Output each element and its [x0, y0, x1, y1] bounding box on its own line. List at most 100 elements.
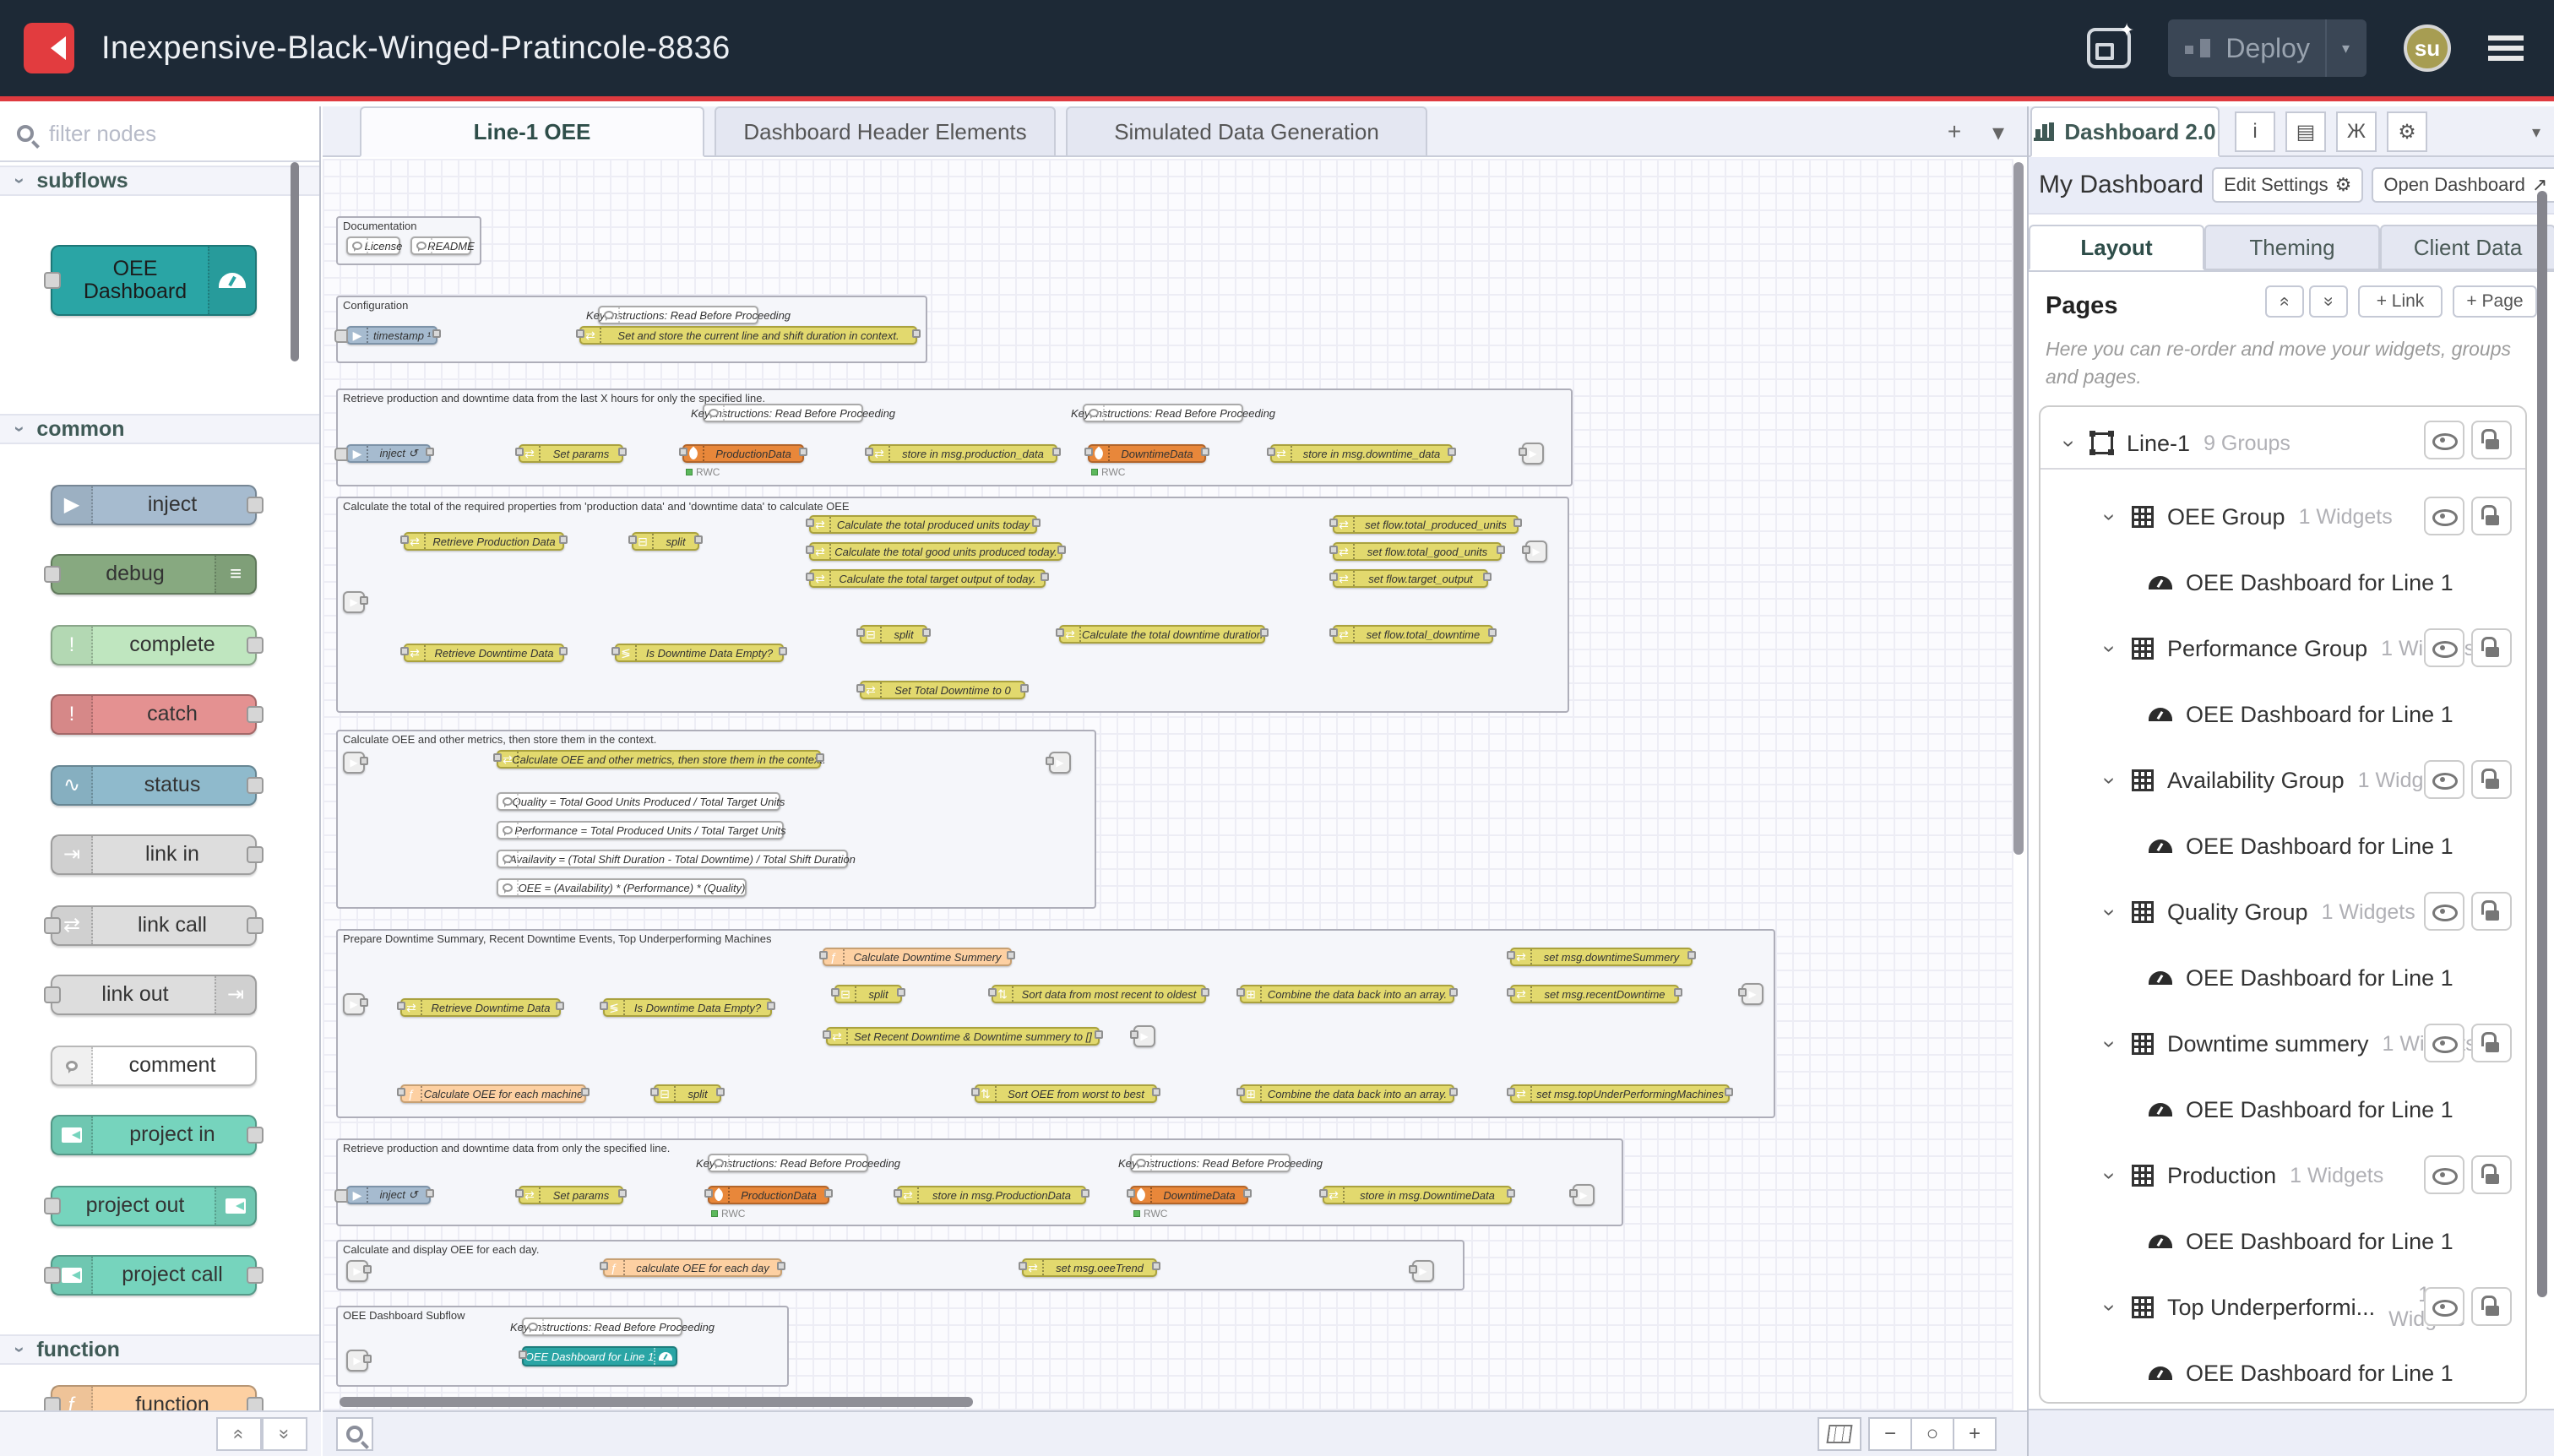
flow-node-linkout[interactable]: ▶ — [1412, 1260, 1434, 1282]
flow-node-change[interactable]: Set Total Downtime to 0⇄ — [860, 681, 1025, 699]
flow-node-change[interactable]: store in msg.DowntimeData⇄ — [1323, 1186, 1512, 1204]
flow-node-switch[interactable]: Is Downtime Data Empty?≶ — [615, 644, 784, 662]
inject-button[interactable] — [334, 329, 348, 343]
chevron-down-icon[interactable]: › — [2097, 1299, 2123, 1316]
flow-node-comment[interactable]: Key Instructions: Read Before Proceeding — [522, 1317, 682, 1336]
flow-node-linkout[interactable]: ▶ — [1049, 752, 1071, 774]
flow-node-change[interactable]: Retrieve Downtime Data⇄ — [404, 644, 564, 662]
canvas-vertical-scrollbar[interactable] — [2013, 162, 2024, 855]
flow-node-change[interactable]: Retrieve Downtime Data⇄ — [400, 998, 561, 1017]
flow-node-linkout[interactable]: ▶ — [1573, 1184, 1595, 1206]
inject-button[interactable] — [334, 1189, 348, 1203]
flow-node-switch[interactable]: Is Downtime Data Empty?≶ — [603, 998, 772, 1017]
tab-client-data[interactable]: Client Data — [2380, 225, 2554, 270]
collapse-all-button[interactable]: « — [2265, 285, 2304, 318]
flow-node-linkin[interactable]: ▶ — [343, 993, 365, 1015]
flow-node-comment[interactable]: Quality = Total Good Units Produced / To… — [497, 792, 780, 811]
flow-node-sort[interactable]: Sort data from most recent to oldest⇅ — [992, 985, 1206, 1003]
chevron-down-icon[interactable]: › — [2097, 1035, 2123, 1052]
chevron-down-icon[interactable]: › — [2097, 508, 2123, 525]
flow-tab-2[interactable]: Dashboard Header Elements — [715, 106, 1056, 157]
flow-node-forange[interactable]: ProductionData — [682, 444, 804, 463]
tree-row-widget[interactable]: OEE Dashboard for Line 1 — [2040, 956, 2525, 1000]
flow-node-split[interactable]: split⊟ — [654, 1084, 721, 1103]
lock-toggle-button[interactable] — [2471, 1024, 2512, 1062]
flow-group[interactable]: Calculate and display OEE for each day. — [336, 1240, 1464, 1290]
flow-node-change[interactable]: set flow.total_produced_units⇄ — [1333, 515, 1519, 534]
tree-row-group[interactable]: ›Quality Group1 Widgets — [2040, 890, 2525, 934]
flow-node-change[interactable]: set flow.total_good_units⇄ — [1333, 542, 1502, 561]
flow-node-change[interactable]: store in msg.production_data⇄ — [868, 444, 1057, 463]
flow-node-change[interactable]: set msg.topUnderPerformingMachines⇄ — [1510, 1084, 1730, 1103]
flow-canvas[interactable]: DocumentationConfigurationRetrieve produ… — [323, 159, 2013, 1410]
flow-node-split[interactable]: split⊟ — [860, 625, 927, 644]
lock-toggle-button[interactable] — [2471, 892, 2512, 931]
flow-node-linkout[interactable]: ▶ — [1133, 1025, 1155, 1047]
flow-node-split[interactable]: split⊟ — [632, 532, 699, 551]
canvas-horizontal-scrollbar[interactable] — [340, 1397, 973, 1407]
chevron-down-icon[interactable]: › — [2097, 1167, 2123, 1184]
zoom-out-button[interactable]: − — [1868, 1417, 1912, 1451]
flow-node-comment[interactable]: README — [410, 236, 471, 255]
flow-node-linkin[interactable]: ▶ — [346, 1350, 368, 1372]
flow-group[interactable]: Retrieve production and downtime data fr… — [336, 1138, 1623, 1226]
palette-node-complete[interactable]: complete! — [51, 625, 257, 666]
minimap-button[interactable] — [1818, 1417, 1861, 1451]
tree-row-group[interactable]: ›Performance Group1 Widgets — [2040, 627, 2525, 671]
chevron-down-icon[interactable]: › — [2097, 904, 2123, 921]
flow-node-change[interactable]: set msg.oeeTrend⇄ — [1022, 1258, 1157, 1277]
visibility-toggle-button[interactable] — [2424, 421, 2464, 459]
chevron-down-icon[interactable]: › — [2097, 772, 2123, 789]
flow-node-comment[interactable]: Performance = Total Produced Units / Tot… — [497, 821, 784, 839]
flow-node-join[interactable]: Combine the data back into an array.⊞ — [1240, 985, 1454, 1003]
palette-node-link-call[interactable]: link call⇄ — [51, 905, 257, 946]
flow-node-change[interactable]: Set params⇄ — [519, 1186, 623, 1204]
add-flow-button[interactable]: + — [1936, 115, 1973, 149]
flow-node-linkin[interactable]: ▶ — [346, 1260, 368, 1282]
flow-list-button[interactable]: ▾ — [1980, 115, 2017, 149]
tab-dashboard-2[interactable]: Dashboard 2.0 — [2030, 106, 2220, 157]
flow-node-change[interactable]: Calculate the total produced units today… — [809, 515, 1037, 534]
chevron-down-icon[interactable]: › — [2097, 640, 2123, 657]
edit-settings-button[interactable]: Edit Settings⚙ — [2212, 167, 2363, 203]
flow-node-inject[interactable]: timestamp ¹▶ — [346, 326, 437, 345]
palette-node-link-in[interactable]: link in⇥ — [51, 834, 257, 875]
flow-node-comment[interactable]: Availavity = (Total Shift Duration - Tot… — [497, 850, 848, 868]
deploy-options-caret[interactable]: ▾ — [2325, 19, 2350, 77]
flow-node-sort[interactable]: Sort OEE from worst to best⇅ — [975, 1084, 1157, 1103]
flow-node-linkout[interactable]: ▶ — [1742, 983, 1763, 1005]
avatar[interactable]: su — [2404, 24, 2451, 72]
info-tab-button[interactable]: i — [2235, 111, 2275, 152]
palette-node-project-call[interactable]: project call — [51, 1255, 257, 1296]
palette-node-status[interactable]: status∿ — [51, 765, 257, 806]
flow-tab-3[interactable]: Simulated Data Generation — [1066, 106, 1427, 157]
flow-node-inject[interactable]: inject ↺▶ — [346, 444, 431, 463]
flow-node-change[interactable]: Retrieve Production Data⇄ — [404, 532, 564, 551]
expand-all-button[interactable]: » — [2309, 285, 2348, 318]
flow-node-comment[interactable]: Key Instructions: Read Before Proceeding — [703, 404, 863, 422]
tree-row-page[interactable]: ›Line-19 Groups — [2040, 419, 2525, 470]
palette-category-subflows[interactable]: ›subflows — [0, 166, 319, 196]
add-page-button[interactable]: + Page — [2453, 285, 2537, 318]
sidebar-options-caret[interactable]: ▾ — [2532, 122, 2540, 143]
flow-node-linkout[interactable]: ▶ — [1522, 443, 1544, 465]
flow-node-change[interactable]: set msg.recentDowntime⇄ — [1510, 985, 1679, 1003]
flow-node-linkin[interactable]: ▶ — [343, 752, 365, 774]
help-tab-button[interactable]: ▤ — [2285, 111, 2326, 152]
palette-node-project-out[interactable]: project out — [51, 1186, 257, 1226]
flow-node-change[interactable]: Set Recent Downtime & Downtime summery t… — [826, 1027, 1100, 1046]
flow-node-change[interactable]: set flow.total_downtime⇄ — [1333, 625, 1493, 644]
flow-node-comment[interactable]: OEE = (Availability) * (Performance) * (… — [497, 878, 747, 897]
flow-node-change[interactable]: store in msg.downtime_data⇄ — [1270, 444, 1453, 463]
zoom-reset-button[interactable]: ○ — [1910, 1417, 1954, 1451]
flow-tab-1[interactable]: Line-1 OEE — [360, 106, 704, 157]
flow-node-change[interactable]: Calculate OEE and other metrics, then st… — [497, 750, 821, 769]
flow-node-change[interactable]: Set and store the current line and shift… — [579, 326, 917, 345]
main-menu-icon[interactable] — [2488, 35, 2524, 61]
lock-toggle-button[interactable] — [2471, 497, 2512, 535]
flow-node-change[interactable]: store in msg.ProductionData⇄ — [897, 1186, 1086, 1204]
open-dashboard-button[interactable]: Open Dashboard↗ — [2372, 167, 2554, 203]
palette-node-project-in[interactable]: project in — [51, 1115, 257, 1155]
visibility-toggle-button[interactable] — [2424, 497, 2464, 535]
tree-row-widget[interactable]: OEE Dashboard for Line 1 — [2040, 1220, 2525, 1263]
